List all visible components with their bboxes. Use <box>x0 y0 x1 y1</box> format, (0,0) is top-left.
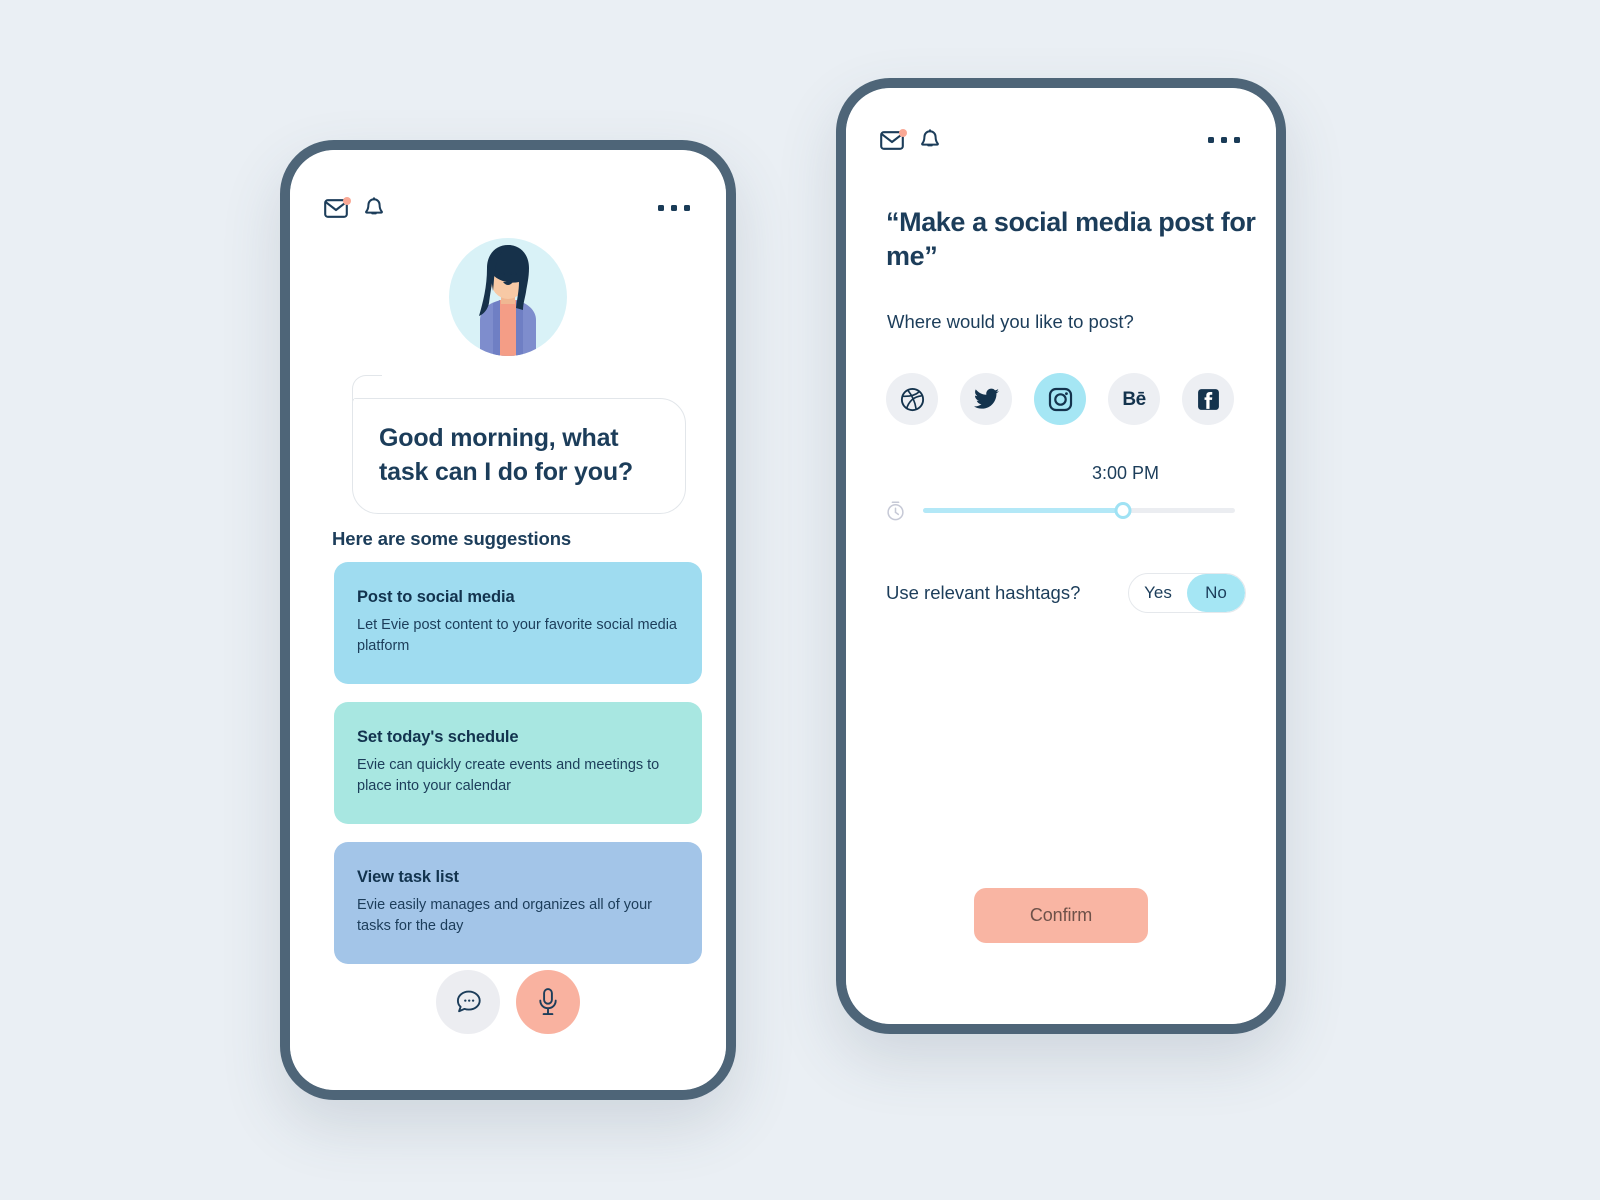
hashtag-setting-row: Use relevant hashtags? Yes No <box>886 573 1246 613</box>
platform-dribbble-button[interactable] <box>886 373 938 425</box>
slider-handle[interactable] <box>1114 501 1132 519</box>
microphone-icon <box>537 987 559 1017</box>
post-destination-question: Where would you like to post? <box>887 311 1134 332</box>
platform-facebook-button[interactable] <box>1182 373 1234 425</box>
mail-icon[interactable] <box>880 128 907 150</box>
platform-picker: Bē <box>886 373 1234 425</box>
dribbble-icon <box>900 387 925 412</box>
greeting-text: Good morning, what task can I do for you… <box>379 424 633 486</box>
phone-one: Good morning, what task can I do for you… <box>280 140 736 1100</box>
topbar-left-icons <box>324 196 384 220</box>
slider-fill <box>923 507 1123 513</box>
phone-one-topbar <box>290 188 726 228</box>
topbar-left-icons <box>880 128 940 152</box>
bell-icon[interactable] <box>364 196 384 220</box>
mail-icon[interactable] <box>324 196 351 218</box>
greeting-bubble: Good morning, what task can I do for you… <box>352 375 686 514</box>
menu-dot <box>684 205 690 211</box>
time-slider[interactable] <box>923 499 1235 521</box>
hashtag-toggle-no[interactable]: No <box>1187 574 1245 612</box>
suggestion-card-task-list[interactable]: View task list Evie easily manages and o… <box>334 842 702 965</box>
suggestion-card-list: Post to social media Let Evie post conte… <box>334 562 702 965</box>
facebook-icon <box>1196 387 1221 412</box>
slider-value-label: 3:00 PM <box>1092 463 1160 483</box>
suggestion-card-post-social[interactable]: Post to social media Let Evie post conte… <box>334 562 702 685</box>
more-options-icon[interactable] <box>1208 137 1242 143</box>
assistant-avatar <box>449 238 567 356</box>
suggestions-heading: Here are some suggestions <box>332 528 572 549</box>
instagram-icon <box>1048 387 1073 412</box>
bottom-action-bar <box>290 970 726 1034</box>
menu-dot <box>1234 137 1240 143</box>
unread-badge-icon <box>343 196 351 205</box>
twitter-icon <box>973 388 999 410</box>
suggestion-card-description: Let Evie post content to your favorite s… <box>357 617 677 654</box>
hashtag-toggle-yes[interactable]: Yes <box>1129 574 1187 612</box>
phone-one-screen: Good morning, what task can I do for you… <box>290 150 726 1090</box>
suggestion-card-title: Set today's schedule <box>357 728 519 747</box>
phone-two: “Make a social media post for me” Where … <box>836 78 1286 1034</box>
screenshot-stage: Good morning, what task can I do for you… <box>0 0 1600 1200</box>
stopwatch-icon <box>886 500 905 521</box>
suggestion-card-description: Evie easily manages and organizes all of… <box>357 897 652 934</box>
platform-twitter-button[interactable] <box>960 373 1012 425</box>
page-title: “Make a social media post for me” <box>886 207 1256 271</box>
behance-icon: Bē <box>1122 388 1146 410</box>
more-options-icon[interactable] <box>658 205 692 211</box>
bell-icon[interactable] <box>920 128 940 152</box>
voice-button[interactable] <box>516 970 580 1034</box>
suggestion-card-set-schedule[interactable]: Set today's schedule Evie can quickly cr… <box>334 702 702 825</box>
platform-behance-button[interactable]: Bē <box>1108 373 1160 425</box>
menu-dot <box>658 205 664 211</box>
hashtag-label: Use relevant hashtags? <box>886 582 1081 603</box>
unread-badge-icon <box>899 128 907 137</box>
suggestion-card-description: Evie can quickly create events and meeti… <box>357 757 660 794</box>
phone-two-topbar <box>846 120 1276 160</box>
menu-dot <box>671 205 677 211</box>
suggestion-card-title: Post to social media <box>357 588 515 606</box>
platform-instagram-button[interactable] <box>1034 373 1086 425</box>
menu-dot <box>1208 137 1214 143</box>
bubble-tail-mask <box>354 399 390 405</box>
chat-bubble-icon <box>455 989 482 1015</box>
suggestion-card-title: View task list <box>357 868 459 887</box>
confirm-button[interactable]: Confirm <box>974 888 1148 943</box>
phone-two-screen: “Make a social media post for me” Where … <box>846 88 1276 1024</box>
hashtag-toggle: Yes No <box>1128 573 1246 613</box>
chat-button[interactable] <box>436 970 500 1034</box>
menu-dot <box>1221 137 1227 143</box>
bubble-tail <box>352 375 382 401</box>
slider-row <box>886 499 1246 521</box>
